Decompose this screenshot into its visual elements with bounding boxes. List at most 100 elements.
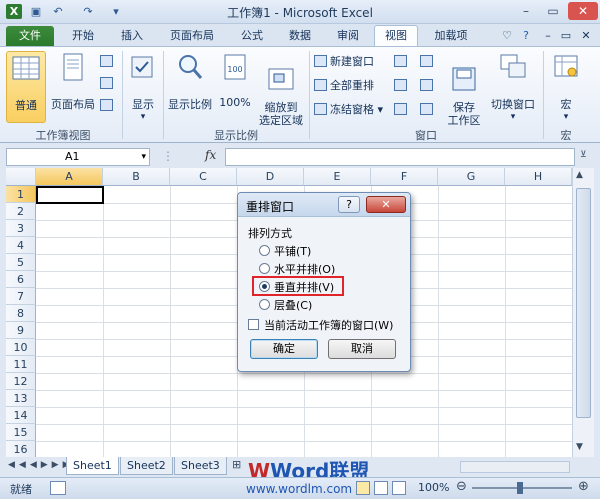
- row-header[interactable]: 5: [6, 254, 36, 271]
- minimize-ribbon-icon[interactable]: ♡: [500, 26, 514, 46]
- row-header[interactable]: 1: [6, 186, 36, 203]
- dialog-help-button[interactable]: ?: [338, 196, 360, 213]
- full-screen-icon[interactable]: [100, 97, 116, 115]
- row-header[interactable]: 3: [6, 220, 36, 237]
- zoom-100-icon: 100: [224, 54, 246, 80]
- tab-insert[interactable]: 插入: [112, 26, 152, 46]
- hide-icon[interactable]: [394, 77, 410, 95]
- macro-record-icon[interactable]: [50, 481, 66, 495]
- column-header[interactable]: G: [438, 168, 505, 186]
- active-workbook-checkbox[interactable]: [248, 319, 259, 330]
- svg-text:100: 100: [227, 65, 242, 74]
- custom-views-icon[interactable]: [100, 75, 116, 93]
- radio-cascade[interactable]: [259, 299, 270, 310]
- sheet-tab[interactable]: Sheet2: [120, 457, 173, 475]
- show-button[interactable]: 显示 ▾: [126, 51, 160, 122]
- tab-data[interactable]: 数据: [280, 26, 320, 46]
- column-header[interactable]: D: [237, 168, 304, 186]
- side-by-side-icon[interactable]: [420, 53, 436, 71]
- column-header[interactable]: H: [505, 168, 572, 186]
- splitter-handle[interactable]: ⋮: [162, 149, 174, 163]
- normal-view-status-icon[interactable]: [356, 481, 370, 495]
- tab-file[interactable]: 文件: [6, 26, 54, 46]
- title-bar: X ▣ ↶ ↷ ▾ 工作簿1 - Microsoft Excel – ▭ ✕: [0, 0, 600, 24]
- row-header[interactable]: 11: [6, 356, 36, 373]
- arrange-all-button[interactable]: 全部重排: [314, 77, 374, 95]
- radio-vertical[interactable]: [259, 281, 270, 292]
- row-header[interactable]: 13: [6, 390, 36, 407]
- tab-home[interactable]: 开始: [62, 26, 104, 46]
- vertical-scrollbar[interactable]: ▲ ▼: [572, 168, 594, 457]
- active-cell-a1[interactable]: [36, 186, 104, 204]
- row-header[interactable]: 4: [6, 237, 36, 254]
- wb-minimize-button[interactable]: –: [540, 26, 556, 46]
- maximize-button[interactable]: ▭: [540, 2, 566, 20]
- sync-scroll-icon[interactable]: [420, 77, 436, 95]
- row-header[interactable]: 7: [6, 288, 36, 305]
- tab-addins[interactable]: 加载项: [426, 26, 476, 46]
- dropdown-arrow-icon: ▾: [510, 112, 516, 122]
- row-header[interactable]: 6: [6, 271, 36, 288]
- insert-function-icon[interactable]: fx: [205, 148, 216, 162]
- row-header[interactable]: 14: [6, 407, 36, 424]
- row-header[interactable]: 10: [6, 339, 36, 356]
- tab-formulas[interactable]: 公式: [232, 26, 272, 46]
- dialog-close-button[interactable]: ✕: [366, 196, 406, 213]
- zoom-slider-thumb[interactable]: [517, 482, 523, 494]
- unhide-icon[interactable]: [394, 101, 410, 119]
- page-break-status-icon[interactable]: [392, 481, 406, 495]
- row-header[interactable]: 9: [6, 322, 36, 339]
- tab-page-layout[interactable]: 页面布局: [160, 26, 224, 46]
- normal-view-button[interactable]: 普通: [6, 51, 46, 123]
- macros-button[interactable]: 宏 ▾: [548, 51, 584, 122]
- expand-formula-icon[interactable]: ⊻: [580, 150, 587, 160]
- switch-windows-button[interactable]: 切换窗口 ▾: [486, 51, 540, 122]
- cancel-button[interactable]: 取消: [328, 339, 396, 359]
- close-button[interactable]: ✕: [568, 2, 598, 20]
- sheet-tab[interactable]: Sheet3: [174, 457, 227, 475]
- minimize-button[interactable]: –: [513, 2, 539, 20]
- row-header[interactable]: 15: [6, 424, 36, 441]
- radio-horizontal[interactable]: [259, 263, 270, 274]
- page-icon: [63, 53, 83, 81]
- insert-sheet-icon[interactable]: ⊞: [232, 458, 241, 471]
- select-all-corner[interactable]: [6, 168, 36, 186]
- column-header[interactable]: C: [170, 168, 237, 186]
- tab-review[interactable]: 审阅: [328, 26, 368, 46]
- new-window-button[interactable]: 新建窗口: [314, 53, 374, 71]
- row-header[interactable]: 2: [6, 203, 36, 220]
- dialog-title-bar[interactable]: 重排窗口 ? ✕: [238, 193, 410, 217]
- ok-button[interactable]: 确定: [250, 339, 318, 359]
- zoom-100-button[interactable]: 100 100%: [216, 51, 254, 109]
- sheet-nav-icons[interactable]: ◀◀◀▶▶▶: [8, 460, 74, 470]
- column-header[interactable]: B: [103, 168, 170, 186]
- wb-close-button[interactable]: ✕: [578, 26, 594, 46]
- zoom-button[interactable]: 显示比例: [166, 51, 214, 112]
- column-header[interactable]: F: [371, 168, 438, 186]
- reset-position-icon[interactable]: [420, 101, 436, 119]
- help-icon[interactable]: ?: [518, 26, 534, 46]
- row-header[interactable]: 16: [6, 441, 36, 457]
- horizontal-scrollbar[interactable]: [460, 461, 570, 473]
- page-layout-status-icon[interactable]: [374, 481, 388, 495]
- page-break-icon[interactable]: [100, 53, 116, 71]
- freeze-panes-button[interactable]: 冻结窗格 ▾: [314, 101, 383, 119]
- page-layout-view-button[interactable]: 页面布局: [50, 51, 96, 112]
- tab-view[interactable]: 视图: [374, 25, 418, 47]
- zoom-out-icon[interactable]: ⊖: [456, 479, 467, 494]
- wb-restore-button[interactable]: ▭: [558, 26, 574, 46]
- sheet-tab[interactable]: Sheet1: [66, 457, 119, 475]
- row-header[interactable]: 12: [6, 373, 36, 390]
- split-icon[interactable]: [394, 53, 410, 71]
- radio-label-vertical: 垂直并排(V): [274, 281, 335, 294]
- zoom-in-icon[interactable]: ⊕: [578, 479, 589, 494]
- radio-tiled[interactable]: [259, 245, 270, 256]
- scroll-thumb[interactable]: [576, 188, 591, 418]
- formula-input[interactable]: [225, 148, 575, 166]
- column-header[interactable]: E: [304, 168, 371, 186]
- zoom-level[interactable]: 100%: [418, 481, 449, 494]
- row-header[interactable]: 8: [6, 305, 36, 322]
- column-header[interactable]: A: [36, 168, 103, 186]
- radio-label-cascade: 层叠(C): [274, 299, 313, 312]
- name-box[interactable]: A1 ▾: [6, 148, 150, 166]
